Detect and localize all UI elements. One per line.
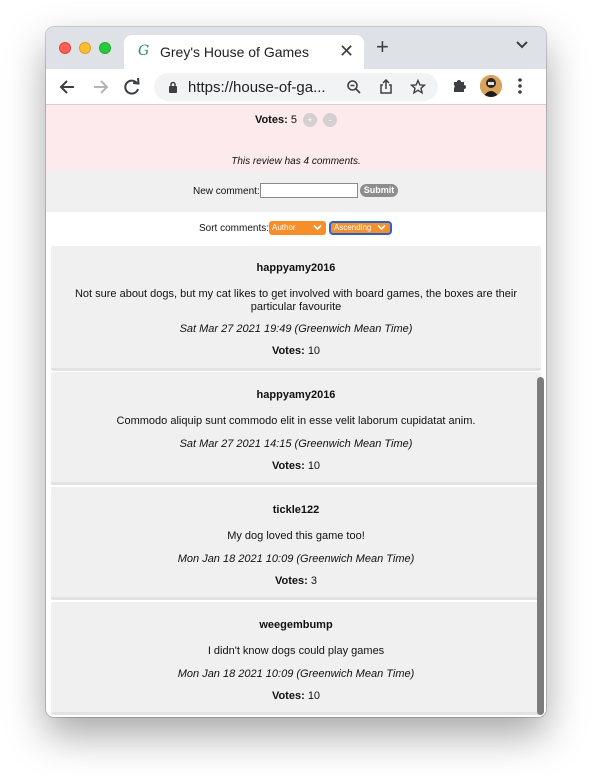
- comment-body: Not sure about dogs, but my cat likes to…: [74, 288, 518, 313]
- page-content: Votes: 5 + - This review has 4 comments.…: [46, 105, 546, 717]
- maximize-window-button[interactable]: [99, 42, 111, 54]
- active-tab[interactable]: G Grey's House of Games ✕: [124, 35, 364, 69]
- upvote-button[interactable]: +: [303, 113, 317, 127]
- comment-votes-value: 3: [310, 575, 317, 587]
- comment-date: Mon Jan 18 2021 10:09 (Greenwich Mean Ti…: [177, 553, 415, 565]
- browser-window: G Grey's House of Games ✕ + https://hous…: [46, 27, 546, 717]
- close-window-button[interactable]: [59, 42, 71, 54]
- comment-card: weegembump I didn't know dogs could play…: [51, 602, 541, 715]
- comment-card: happyamy2016 Commodo aliquip sunt commod…: [51, 372, 541, 485]
- comment-card: happyamy2016 Not sure about dogs, but my…: [51, 246, 541, 371]
- tab-search-chevron-icon[interactable]: [516, 41, 528, 49]
- comment-votes-label: Votes:: [271, 690, 305, 702]
- comment-body: I didn't know dogs could play games: [207, 645, 385, 657]
- review-footer: Votes: 5 + - This review has 4 comments.: [46, 105, 546, 171]
- extensions-puzzle-icon[interactable]: [451, 77, 469, 95]
- sort-field-value: Author: [272, 223, 296, 232]
- chevron-down-icon: [377, 224, 386, 231]
- comment-votes: Votes: 10: [51, 690, 541, 702]
- browser-toolbar: https://house-of-ga...: [46, 69, 546, 105]
- share-icon[interactable]: [378, 79, 394, 95]
- close-tab-icon[interactable]: ✕: [339, 41, 354, 62]
- comment-body: Commodo aliquip sunt commodo elit in ess…: [116, 415, 476, 427]
- page-scrollbar[interactable]: [537, 377, 544, 715]
- review-votes: Votes: 5 + -: [46, 113, 546, 127]
- new-comment-input[interactable]: [260, 183, 358, 198]
- sort-field-select[interactable]: Author: [269, 221, 326, 235]
- comment-votes: Votes: 10: [51, 345, 541, 357]
- review-votes-label: Votes:: [254, 113, 288, 126]
- sort-order-select[interactable]: Ascending: [329, 221, 392, 235]
- new-tab-icon[interactable]: +: [376, 36, 389, 58]
- sort-bar: Sort comments: Author Ascending: [46, 212, 546, 246]
- comment-votes: Votes: 3: [51, 575, 541, 587]
- address-bar[interactable]: https://house-of-ga...: [154, 73, 438, 101]
- comment-author: happyamy2016: [256, 262, 336, 274]
- review-votes-value: 5: [290, 113, 297, 126]
- tab-title: Grey's House of Games: [160, 44, 309, 60]
- comment-date: Mon Jan 18 2021 10:09 (Greenwich Mean Ti…: [177, 668, 415, 680]
- comment-votes-label: Votes:: [275, 575, 308, 587]
- comment-body: My dog loved this game too!: [227, 530, 365, 542]
- comment-author: tickle122: [272, 504, 320, 516]
- submit-comment-button[interactable]: Submit: [360, 184, 398, 197]
- comment-card: tickle122 My dog loved this game too! Mo…: [51, 487, 541, 600]
- lock-icon: [169, 81, 177, 93]
- comment-votes-value: 10: [307, 690, 321, 702]
- minimize-window-button[interactable]: [79, 42, 91, 54]
- sort-order-value: Ascending: [334, 223, 372, 232]
- site-favicon-icon: G: [138, 43, 150, 59]
- downvote-button[interactable]: -: [323, 113, 338, 127]
- forward-arrow-icon[interactable]: [90, 77, 110, 97]
- reload-icon[interactable]: [122, 77, 142, 97]
- comment-date: Sat Mar 27 2021 14:15 (Greenwich Mean Ti…: [179, 438, 413, 450]
- comment-votes-label: Votes:: [271, 345, 305, 357]
- browser-menu-icon[interactable]: [518, 78, 522, 94]
- new-comment-form: New comment: Submit: [46, 171, 546, 212]
- sort-comments-label: Sort comments:: [199, 223, 270, 234]
- url-text[interactable]: https://house-of-ga...: [188, 79, 326, 96]
- comment-author: weegembump: [259, 619, 333, 631]
- comment-votes-value: 10: [307, 345, 321, 357]
- new-comment-label: New comment:: [193, 186, 260, 197]
- back-arrow-icon[interactable]: [58, 77, 78, 97]
- comment-votes: Votes: 10: [51, 460, 541, 472]
- comment-author: happyamy2016: [256, 389, 336, 401]
- comment-count-text: This review has 4 comments.: [231, 156, 361, 167]
- comment-votes-label: Votes:: [271, 460, 305, 472]
- profile-photo-icon: [480, 75, 502, 97]
- tab-bar: G Grey's House of Games ✕ +: [46, 27, 546, 69]
- chevron-down-icon: [313, 224, 322, 231]
- profile-avatar[interactable]: [480, 75, 502, 97]
- zoom-icon[interactable]: [346, 79, 362, 95]
- comment-votes-value: 10: [307, 460, 321, 472]
- bookmark-star-icon[interactable]: [410, 79, 426, 95]
- comment-date: Sat Mar 27 2021 19:49 (Greenwich Mean Ti…: [179, 323, 413, 335]
